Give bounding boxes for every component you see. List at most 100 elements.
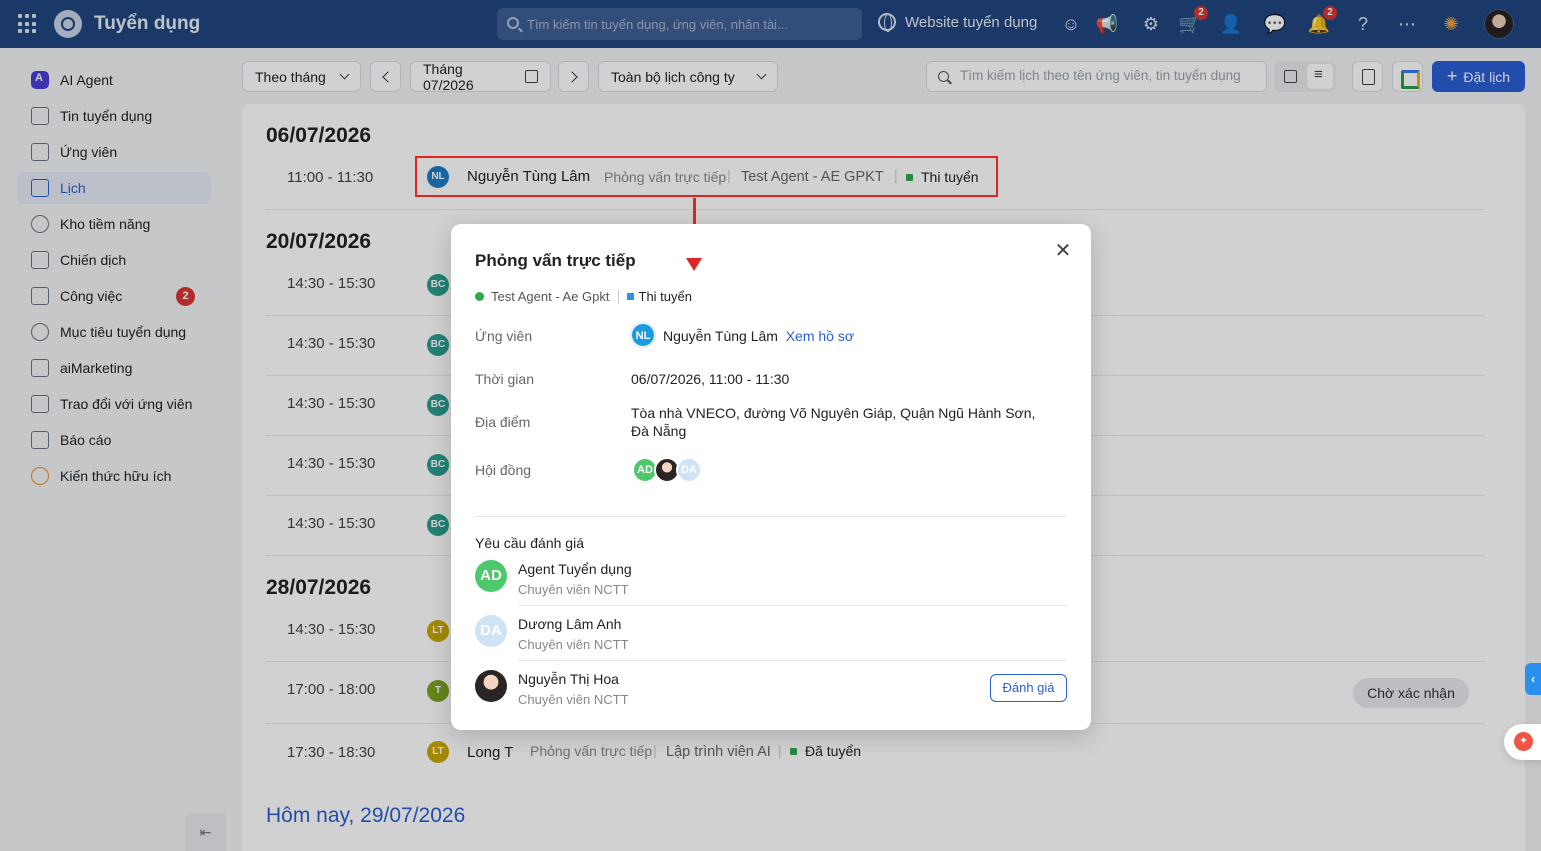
candidate-avatar: LT: [427, 741, 449, 763]
month-label: Tháng 07/2026: [423, 60, 474, 93]
google-calendar-icon[interactable]: [1392, 61, 1423, 92]
event-row[interactable]: 17:30 - 18:30 LT Long T Phỏng vấn trực t…: [266, 724, 1485, 788]
candidate-label: Ứng viên: [475, 328, 533, 344]
candidate-avatar: T: [427, 680, 449, 702]
book-schedule-button[interactable]: + Đặt lịch: [1432, 61, 1525, 92]
cart-icon[interactable]: 🛒 2: [1178, 6, 1208, 36]
chat-icon[interactable]: 💬: [1263, 12, 1287, 36]
tasks-badge: 2: [176, 287, 195, 306]
megaphone-icon[interactable]: 📢: [1095, 12, 1119, 36]
scope-label: Toàn bộ lịch công ty: [611, 68, 735, 85]
event-detail-modal: Phỏng vấn trực tiếp ✕ Test Agent - Ae Gp…: [451, 224, 1091, 730]
sidebar-item-ai-agent[interactable]: AI Agent: [17, 64, 211, 96]
event-time: 14:30 - 15:30: [287, 275, 376, 292]
event-status-label: Đã tuyển: [805, 743, 862, 759]
candidate-avatar: BC: [427, 274, 449, 296]
more-icon[interactable]: ⋯: [1395, 12, 1419, 36]
next-month-button[interactable]: [558, 61, 589, 92]
sidebar-item-aimarketing[interactable]: aiMarketing: [17, 352, 211, 384]
scope-select[interactable]: Toàn bộ lịch công ty: [598, 61, 778, 92]
reviewer-role: Chuyên viên NCTT: [518, 637, 629, 652]
sidebar-item-messages[interactable]: Trao đổi với ứng viên: [17, 388, 211, 420]
view-mode-select[interactable]: Theo tháng: [242, 61, 361, 92]
side-panel-toggle[interactable]: ‹: [1525, 663, 1541, 695]
sidebar-item-label: Công việc: [60, 288, 123, 304]
reviewer-avatar: [475, 670, 507, 702]
sidebar-item-tasks[interactable]: Công việc 2: [17, 280, 211, 312]
candidate-avatar: LT: [427, 620, 449, 642]
cart-badge: 2: [1194, 6, 1208, 20]
knowledge-icon: [31, 467, 49, 485]
chevron-right-icon: [565, 70, 578, 83]
stage-dot: [626, 293, 634, 300]
prev-month-button[interactable]: [370, 61, 401, 92]
sidebar-item-job-posts[interactable]: Tin tuyển dụng: [17, 100, 211, 132]
target-icon: [31, 323, 49, 341]
reviewer-name: Dương Lâm Anh: [518, 616, 622, 632]
status-badge: Chờ xác nhận: [1353, 678, 1469, 708]
global-search[interactable]: [497, 8, 862, 40]
sidebar-item-label: AI Agent: [60, 72, 113, 88]
collapse-sidebar-icon[interactable]: ⇤: [185, 813, 226, 851]
gear-icon[interactable]: ⚙: [1139, 12, 1163, 36]
sidebar-item-label: Kiến thức hữu ích: [60, 468, 172, 484]
add-user-icon[interactable]: 👤: [1219, 12, 1243, 36]
candidate-avatar: BC: [427, 454, 449, 476]
rate-button[interactable]: Đánh giá: [990, 674, 1067, 702]
report-icon: [31, 431, 49, 449]
candidate-avatar: BC: [427, 334, 449, 356]
sidebar-item-goals[interactable]: Mục tiêu tuyển dụng: [17, 316, 211, 348]
event-time: 14:30 - 15:30: [287, 335, 376, 352]
app-title: Tuyển dụng: [94, 13, 201, 34]
sidebar-item-campaigns[interactable]: Chiến dịch: [17, 244, 211, 276]
idea-icon[interactable]: ✺: [1439, 12, 1463, 36]
list-view-icon[interactable]: [1307, 64, 1333, 89]
bot-icon[interactable]: ☺: [1059, 12, 1083, 36]
calendar-view-icon[interactable]: [1277, 64, 1303, 89]
location-value: Tòa nhà VNECO, đường Võ Nguyên Giáp, Quậ…: [631, 405, 1036, 439]
view-profile-link[interactable]: Xem hồ sơ: [786, 328, 854, 344]
council-label: Hội đồng: [475, 462, 532, 478]
annotation-arrow-head: [686, 258, 702, 271]
assistant-icon[interactable]: [1504, 724, 1541, 760]
highlight-annotation: [415, 156, 998, 197]
event-time: 14:30 - 15:30: [287, 621, 376, 638]
schedule-search[interactable]: [926, 61, 1267, 92]
sidebar-item-label: Lịch: [60, 180, 86, 196]
export-icon[interactable]: [1352, 61, 1383, 92]
search-icon: [938, 71, 949, 82]
date-heading: 20/07/2026: [266, 230, 372, 253]
help-icon[interactable]: ?: [1351, 12, 1375, 36]
schedule-search-input[interactable]: [960, 68, 1260, 83]
campaign-icon: [31, 251, 49, 269]
website-link[interactable]: Website tuyển dụng: [878, 13, 1037, 32]
job-post-icon: [31, 107, 49, 125]
close-icon[interactable]: ✕: [1053, 241, 1073, 261]
event-job: Lập trình viên AI: [666, 744, 771, 760]
candidate-name-text: Nguyễn Tùng Lâm: [663, 328, 778, 344]
apps-grid-icon[interactable]: [18, 14, 38, 34]
user-avatar[interactable]: [1484, 9, 1514, 39]
stage-tag: Thi tuyển: [638, 289, 692, 304]
bell-icon[interactable]: 🔔 2: [1307, 6, 1337, 36]
sidebar-item-label: Kho tiềm năng: [60, 216, 151, 232]
ai-agent-icon: [31, 71, 49, 89]
global-search-input[interactable]: [527, 16, 847, 32]
sidebar-item-label: Mục tiêu tuyển dụng: [60, 324, 187, 340]
event-time: 17:00 - 18:00: [287, 681, 376, 698]
chevron-left-icon: [381, 70, 394, 83]
sidebar-item-calendar[interactable]: Lịch: [17, 172, 211, 204]
sidebar-item-reports[interactable]: Báo cáo: [17, 424, 211, 456]
sidebar-item-talent-pool[interactable]: Kho tiềm năng: [17, 208, 211, 240]
event-time: 14:30 - 15:30: [287, 395, 376, 412]
sidebar-item-label: Trao đổi với ứng viên: [60, 396, 193, 412]
sidebar-item-knowledge[interactable]: Kiến thức hữu ích: [17, 460, 211, 492]
marketing-icon: [31, 359, 49, 377]
candidate-name: Long T: [467, 744, 514, 761]
month-picker[interactable]: Tháng 07/2026: [410, 60, 551, 93]
divider: [518, 605, 1067, 606]
book-schedule-label: Đặt lịch: [1463, 68, 1511, 85]
event-time: 14:30 - 15:30: [287, 455, 376, 472]
sidebar-item-label: Chiến dịch: [60, 252, 127, 268]
sidebar-item-candidates[interactable]: Ứng viên: [17, 136, 211, 168]
